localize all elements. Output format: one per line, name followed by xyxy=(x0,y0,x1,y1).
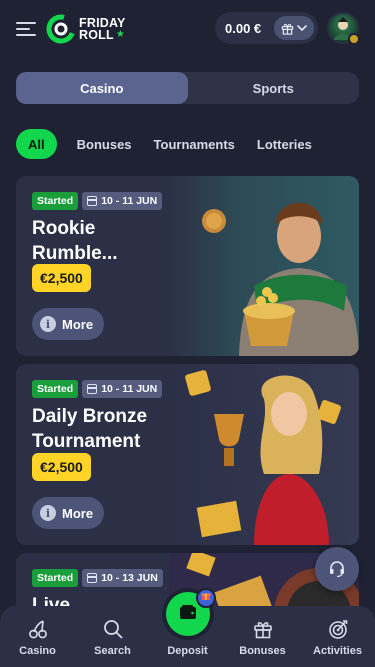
status-badge: Started xyxy=(32,569,79,587)
date-range: 10 - 11 JUN xyxy=(101,383,158,395)
info-icon: i xyxy=(40,316,56,332)
deposit-button[interactable] xyxy=(165,588,216,636)
prize-amount: €2,500 xyxy=(32,264,91,292)
headset-icon xyxy=(330,561,344,578)
gift-icon xyxy=(201,593,210,600)
nav-label: Search xyxy=(94,645,131,657)
status-badge: Started xyxy=(32,192,79,210)
filter-chips: All Bonuses Tournaments Lotteries xyxy=(16,129,334,159)
target-icon xyxy=(328,620,347,639)
info-icon: i xyxy=(40,505,56,521)
more-button[interactable]: i More xyxy=(32,308,104,340)
date-range: 10 - 13 JUN xyxy=(101,572,158,584)
cherries-icon xyxy=(28,620,47,639)
knight-illustration xyxy=(169,176,359,356)
casino-sports-switch: Casino Sports xyxy=(16,72,359,104)
app-header: FRIDAY ROLL ★ xyxy=(0,0,375,58)
calendar-icon xyxy=(87,384,98,394)
calendar-icon xyxy=(87,196,98,206)
hamburger-menu-icon[interactable] xyxy=(16,22,36,36)
nav-label: Deposit xyxy=(167,645,208,657)
search-icon xyxy=(103,620,122,639)
balance-pill[interactable]: 0.00 € xyxy=(215,12,318,44)
filter-bonuses[interactable]: Bonuses xyxy=(77,129,132,159)
gift-icon xyxy=(253,622,272,639)
date-badge: 10 - 11 JUN xyxy=(82,192,163,210)
filter-lotteries[interactable]: Lotteries xyxy=(257,129,312,159)
avatar[interactable] xyxy=(327,12,360,45)
wallet-icon xyxy=(179,604,196,619)
chevron-down-icon xyxy=(297,24,307,31)
filter-tournaments[interactable]: Tournaments xyxy=(154,129,235,159)
nav-deposit[interactable]: Deposit xyxy=(150,588,225,667)
card-title: Daily Bronze Tournament xyxy=(32,406,148,452)
woman-trophy-illustration xyxy=(169,364,359,545)
more-label: More xyxy=(62,505,94,521)
nav-activities[interactable]: Activities xyxy=(300,606,375,667)
logo-mark-icon xyxy=(46,14,76,44)
date-badge: 10 - 13 JUN xyxy=(82,569,163,587)
bottom-navigation: Casino Search Deposit Bonuses Activities xyxy=(0,588,375,667)
more-label: More xyxy=(62,316,94,332)
prize-amount: €2,500 xyxy=(32,453,91,481)
logo-text-line2: ROLL xyxy=(79,28,114,42)
nav-bonuses[interactable]: Bonuses xyxy=(225,606,300,667)
deposit-promo-badge xyxy=(195,588,216,608)
promo-card[interactable]: Started 10 - 11 JUN Daily Bronze Tournam… xyxy=(16,364,359,545)
date-badge: 10 - 11 JUN xyxy=(82,380,163,398)
card-title: Rookie Rumble... xyxy=(32,218,118,264)
nav-casino[interactable]: Casino xyxy=(0,606,75,667)
logo[interactable]: FRIDAY ROLL ★ xyxy=(46,14,126,44)
nav-search[interactable]: Search xyxy=(75,606,150,667)
support-chat-button[interactable] xyxy=(315,547,359,591)
gift-icon xyxy=(281,23,294,35)
filter-all[interactable]: All xyxy=(16,129,57,159)
avatar-level-badge xyxy=(348,33,360,45)
date-range: 10 - 11 JUN xyxy=(101,195,158,207)
tab-sports[interactable]: Sports xyxy=(188,72,360,104)
balance-dropdown-button[interactable] xyxy=(274,16,314,40)
balance-amount: 0.00 € xyxy=(225,20,262,36)
calendar-icon xyxy=(87,573,98,583)
star-icon: ★ xyxy=(115,29,125,40)
nav-label: Activities xyxy=(313,645,362,657)
more-button[interactable]: i More xyxy=(32,497,104,529)
tab-casino[interactable]: Casino xyxy=(16,72,188,104)
status-badge: Started xyxy=(32,380,79,398)
nav-label: Bonuses xyxy=(239,645,286,657)
promo-card[interactable]: Started 10 - 11 JUN Rookie Rumble... €2,… xyxy=(16,176,359,356)
nav-label: Casino xyxy=(19,645,56,657)
